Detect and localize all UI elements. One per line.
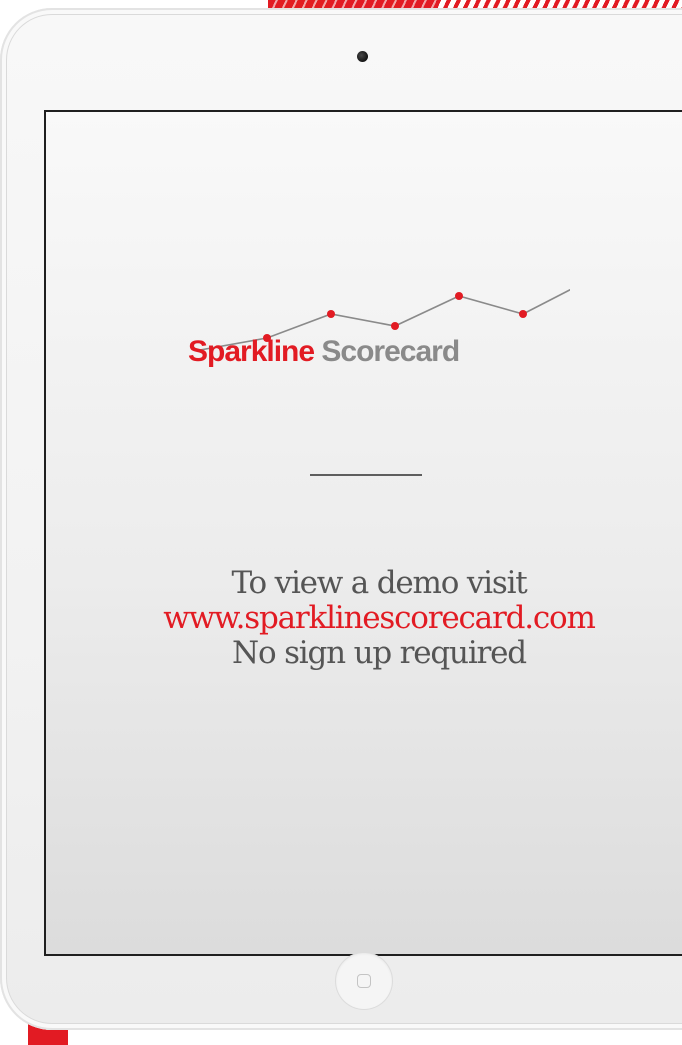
demo-message: To view a demo visit www.sparklinescorec…	[44, 566, 682, 671]
camera-icon	[357, 51, 368, 62]
demo-intro-text: To view a demo visit	[231, 565, 527, 601]
logo-word-sparkline: Sparkline	[188, 335, 315, 368]
sparkline-scorecard-logo: Sparkline Scorecard	[170, 270, 570, 380]
logo-word-scorecard: Scorecard	[321, 335, 460, 368]
sparkline-point	[519, 310, 527, 318]
sparkline-point	[327, 310, 335, 318]
tablet-screen	[44, 110, 682, 956]
home-square-icon	[357, 974, 371, 988]
home-button[interactable]	[336, 953, 392, 1009]
divider	[310, 474, 422, 476]
tablet-frame	[0, 8, 682, 1030]
sparkline-point	[455, 292, 463, 300]
logo-wordmark: Sparkline Scorecard	[188, 335, 460, 369]
sparkline-point	[391, 322, 399, 330]
demo-url-link[interactable]: www.sparklinescorecard.com	[44, 601, 682, 636]
page: Sparkline Scorecard To view a demo visit…	[0, 0, 682, 1045]
signup-note-text: No sign up required	[232, 635, 527, 671]
